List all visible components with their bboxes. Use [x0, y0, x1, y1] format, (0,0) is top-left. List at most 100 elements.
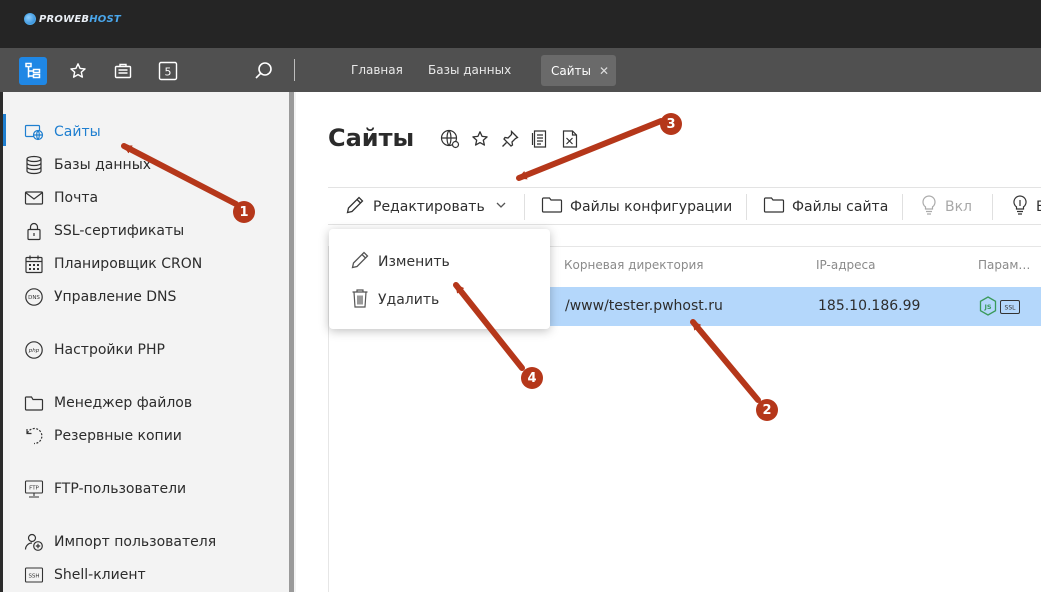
- config-files-button[interactable]: Файлы конфигурации: [541, 188, 732, 226]
- sidebar-item-sites[interactable]: Сайты: [24, 121, 101, 143]
- sidebar-scrollbar[interactable]: [289, 92, 294, 592]
- top-toolbar: 5 Главная Базы данных: [0, 48, 1041, 92]
- sidebar-item-label: Резервные копии: [54, 428, 182, 444]
- tab-databases[interactable]: Базы данных: [428, 63, 511, 77]
- sidebar-item-databases[interactable]: Базы данных: [24, 154, 151, 176]
- annotation-badge-3: 3: [660, 113, 682, 135]
- sidebar-item-label: Управление DNS: [54, 289, 177, 305]
- pin-icon[interactable]: [499, 128, 521, 150]
- user-import-icon: [24, 532, 44, 552]
- brand-name: PROWEBHOST: [39, 13, 121, 25]
- sidebar-item-label: FTP-пользователи: [54, 481, 187, 497]
- cell-root-directory: /www/tester.pwhost.ru: [565, 298, 723, 314]
- document-list-icon[interactable]: [529, 128, 551, 150]
- site-files-label: Файлы сайта: [792, 199, 889, 215]
- sidebar-item-ftp[interactable]: FTP FTP-пользователи: [24, 478, 186, 500]
- backup-icon: [24, 426, 44, 446]
- php-icon: php: [24, 340, 44, 360]
- annotation-badge-2: 2: [756, 399, 778, 421]
- enable-label: Вкл: [945, 199, 973, 215]
- edit-dropdown-button[interactable]: Редактировать: [344, 188, 507, 226]
- dns-icon: DNS: [24, 287, 44, 307]
- ftp-icon: FTP: [24, 479, 44, 499]
- sidebar-item-label: SSL-сертификаты: [54, 223, 185, 239]
- sidebar-item-label: Почта: [54, 190, 99, 206]
- menu-item-delete[interactable]: Удалить: [349, 287, 439, 313]
- sidebar-item-cron[interactable]: Планировщик CRON: [24, 253, 202, 275]
- ssh-icon: SSH: [24, 565, 44, 585]
- column-header-root[interactable]: Корневая директория: [564, 258, 703, 272]
- nodejs-icon: JS: [979, 296, 997, 320]
- menu-item-label: Удалить: [378, 292, 440, 308]
- cell-ip-address: 185.10.186.99: [818, 298, 921, 314]
- sidebar-item-php[interactable]: php Настройки PHP: [24, 339, 165, 361]
- briefcase-icon[interactable]: [109, 57, 137, 85]
- sidebar-item-label: Shell-клиент: [54, 567, 146, 583]
- svg-text:SSH: SSH: [28, 574, 39, 580]
- search-icon[interactable]: [250, 57, 278, 85]
- site-files-button[interactable]: Файлы сайта: [763, 188, 888, 226]
- toolbar-divider: [992, 194, 993, 220]
- folder-icon: [541, 195, 563, 219]
- toolbar-divider: [746, 194, 747, 220]
- sidebar-item-label: Импорт пользователя: [54, 534, 217, 550]
- pencil-icon: [344, 194, 366, 220]
- star-icon[interactable]: [64, 57, 92, 85]
- sidebar-item-import-user[interactable]: Импорт пользователя: [24, 531, 216, 553]
- calendar-icon: [24, 254, 44, 274]
- svg-text:SSL: SSL: [1005, 304, 1017, 311]
- toolbar-divider: [524, 194, 525, 220]
- param-badges: JS SSL: [979, 296, 1020, 320]
- sidebar-item-mail[interactable]: Почта: [24, 187, 98, 209]
- column-header-ip[interactable]: IP-адреса: [816, 258, 875, 272]
- sitemap-icon[interactable]: [19, 57, 47, 85]
- edit-dropdown-menu: Изменить Удалить: [329, 229, 550, 329]
- excel-export-icon[interactable]: [559, 128, 581, 150]
- edit-label: Редактировать: [373, 199, 485, 215]
- close-icon[interactable]: ✕: [599, 64, 609, 78]
- star-icon[interactable]: [469, 128, 491, 150]
- main-content: [296, 92, 1041, 592]
- sidebar-item-dns[interactable]: DNS Управление DNS: [24, 286, 176, 308]
- ssl-badge-icon: SSL: [1000, 299, 1020, 318]
- config-files-label: Файлы конфигурации: [570, 199, 733, 215]
- toolbar-divider: [294, 59, 295, 81]
- sidebar-item-backups[interactable]: Резервные копии: [24, 425, 182, 447]
- sidebar-item-shell[interactable]: SSH Shell-клиент: [24, 564, 146, 586]
- sidebar-item-label: Настройки PHP: [54, 342, 165, 358]
- svg-text:5: 5: [165, 66, 172, 79]
- tab-home[interactable]: Главная: [351, 63, 403, 77]
- sidebar-item-ssl[interactable]: SSL-сертификаты: [24, 220, 184, 242]
- svg-text:FTP: FTP: [29, 486, 39, 492]
- menu-item-change[interactable]: Изменить: [349, 249, 450, 275]
- globe-logo-icon: [24, 13, 36, 25]
- folder-icon: [763, 195, 785, 219]
- lightbulb-off-icon: [1011, 194, 1029, 220]
- lightbulb-icon: [920, 194, 938, 220]
- annotation-badge-4: 4: [521, 367, 543, 389]
- action-toolbar: Редактировать Файлы конфигурации Файлы с…: [328, 187, 1041, 225]
- brand-logo[interactable]: PROWEBHOST: [24, 13, 121, 25]
- menu-item-label: Изменить: [378, 254, 450, 270]
- page-title: Сайты: [328, 124, 415, 152]
- table-header-border: [550, 246, 1041, 247]
- globe-settings-icon[interactable]: [439, 128, 461, 150]
- sidebar-item-file-manager[interactable]: Менеджер файлов: [24, 392, 192, 414]
- toolbar-divider: [902, 194, 903, 220]
- annotation-badge-1: 1: [233, 201, 255, 223]
- lock-icon: [24, 221, 44, 241]
- column-header-params[interactable]: Парам…: [978, 258, 1030, 272]
- database-icon: [24, 155, 44, 175]
- pinned-count-icon[interactable]: 5: [154, 57, 182, 85]
- globe-icon: [24, 122, 44, 142]
- sidebar-item-label: Базы данных: [54, 157, 152, 173]
- sidebar-item-label: Сайты: [54, 124, 101, 140]
- mail-icon: [24, 188, 44, 208]
- disable-button[interactable]: В: [1011, 188, 1041, 226]
- tab-sites[interactable]: Сайты ✕: [541, 55, 616, 86]
- enable-button[interactable]: Вкл: [920, 188, 972, 226]
- folder-icon: [24, 393, 44, 413]
- svg-text:php: php: [28, 348, 40, 354]
- sidebar-item-label: Планировщик CRON: [54, 256, 203, 272]
- svg-text:DNS: DNS: [28, 295, 40, 301]
